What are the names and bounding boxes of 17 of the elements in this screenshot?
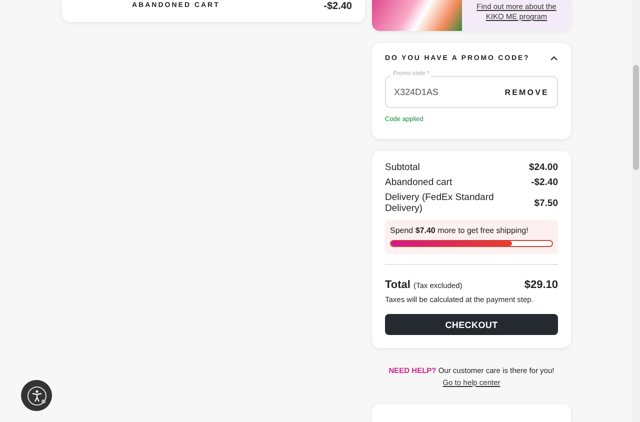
checkout-button[interactable]: CHECKOUT: [385, 314, 558, 335]
summary-label: Delivery (FedEx Standard Delivery): [385, 192, 495, 214]
summary-label: Abandoned cart: [385, 177, 452, 188]
accessibility-button[interactable]: [21, 380, 52, 411]
promo-code-value: X324D1AS: [394, 87, 439, 97]
summary-value: $24.00: [528, 162, 558, 173]
summary-value: $7.50: [534, 198, 558, 208]
chevron-icon[interactable]: [550, 56, 558, 61]
summary-value: -$2.40: [531, 177, 558, 188]
total-amount: $29.10: [524, 279, 558, 291]
cart-amount: -$2.40: [324, 1, 352, 12]
scrollbar-thumb[interactable]: [633, 65, 639, 170]
summary-label: Subtotal: [385, 162, 420, 173]
accessibility-icon: [26, 384, 48, 406]
total-label: Total: [385, 279, 410, 291]
free-shipping-message: Spend $7.40 more to get free shipping!: [390, 226, 530, 235]
remove-button[interactable]: REMOVE: [504, 88, 549, 96]
